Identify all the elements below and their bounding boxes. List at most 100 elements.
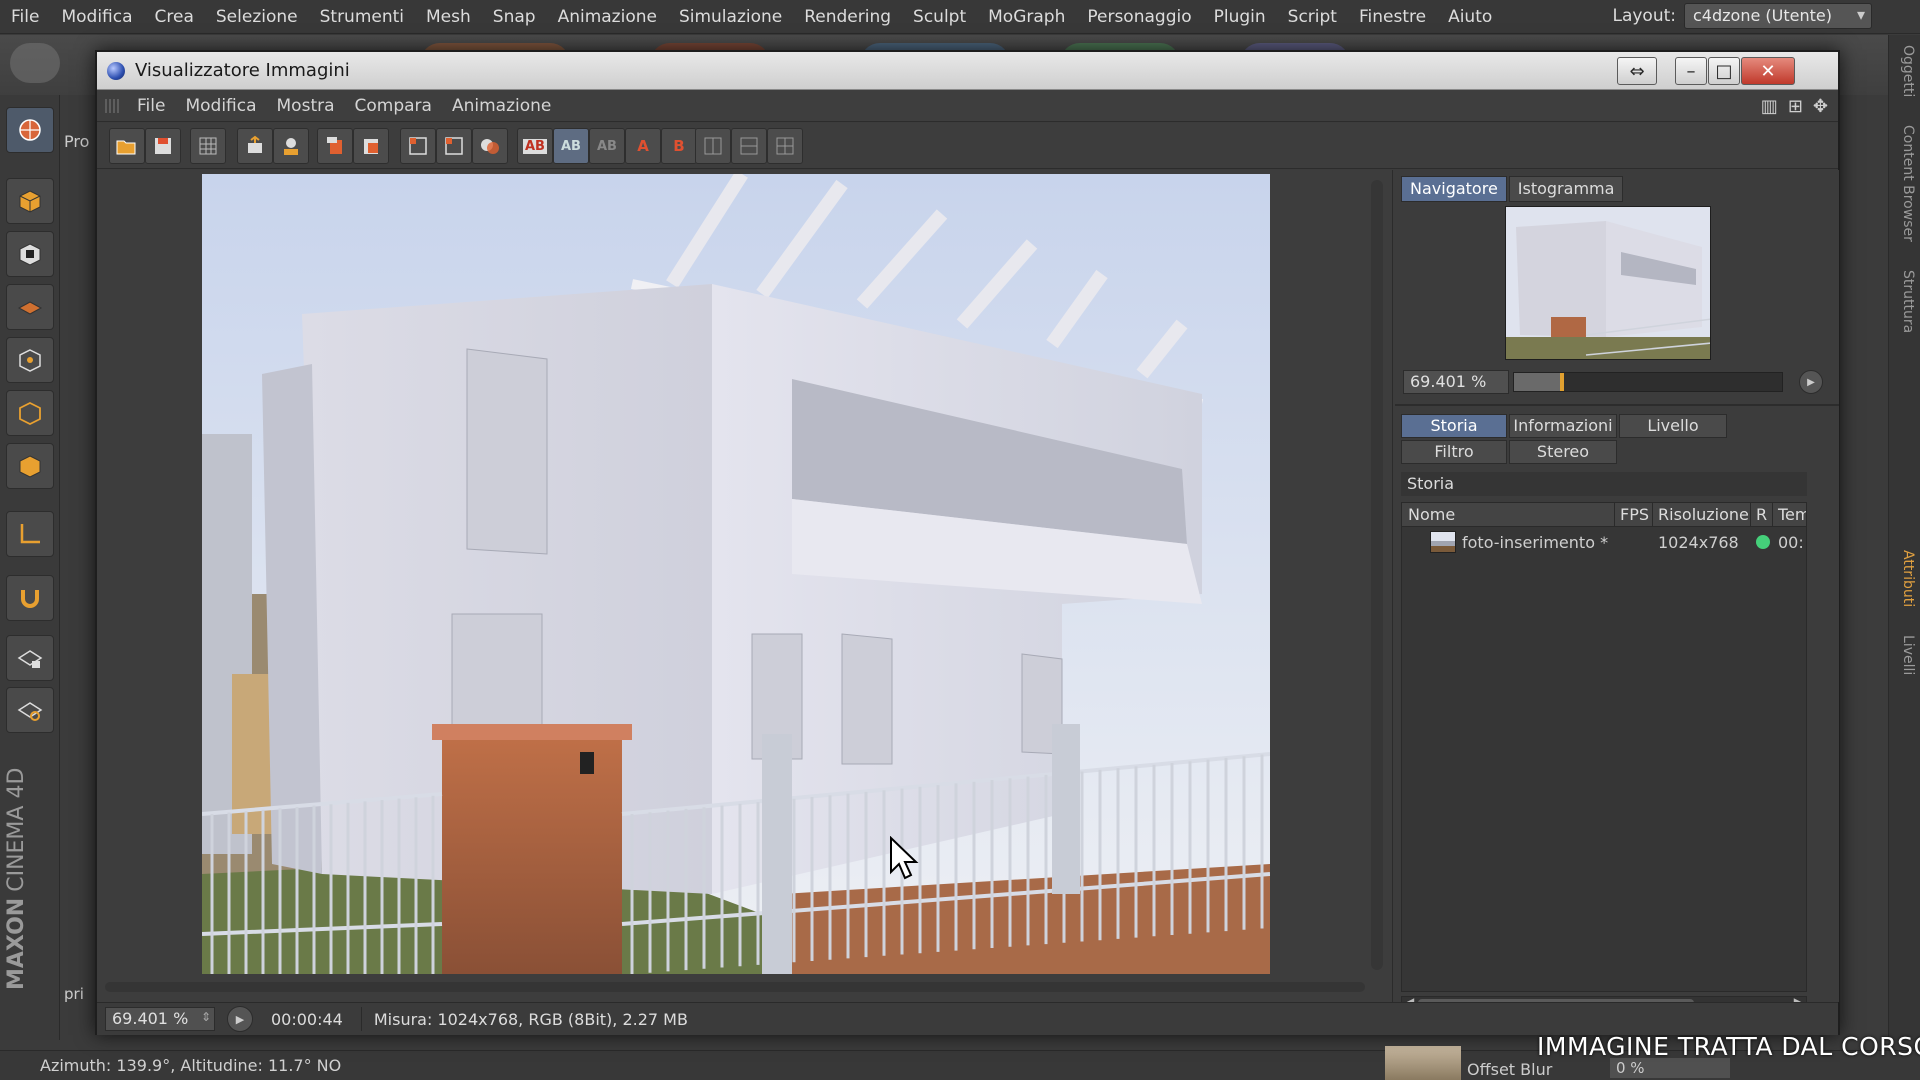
texture-mode-icon[interactable] <box>6 231 54 277</box>
mode-globe-icon[interactable] <box>6 107 54 153</box>
menu-item-animazione[interactable]: Animazione <box>547 7 668 27</box>
material-thumbnail[interactable] <box>1385 1046 1461 1080</box>
column-tempo[interactable]: Tem <box>1778 505 1806 524</box>
section-title-storia: Storia <box>1401 472 1807 496</box>
menu-item-aiuto[interactable]: Aiuto <box>1437 7 1503 27</box>
magnet-icon[interactable] <box>6 575 54 621</box>
layout-c-icon[interactable] <box>767 128 803 164</box>
column-nome[interactable]: Nome <box>1408 505 1455 524</box>
menu-item-strumenti[interactable]: Strumenti <box>309 7 415 27</box>
menu-item-personaggio[interactable]: Personaggio <box>1076 7 1202 27</box>
play-icon[interactable]: ▶ <box>227 1006 253 1032</box>
layout-b-icon[interactable] <box>731 128 767 164</box>
points-mode-icon[interactable] <box>6 337 54 383</box>
tab-filtro[interactable]: Filtro <box>1401 440 1507 464</box>
menu-item-sculpt[interactable]: Sculpt <box>902 7 977 27</box>
left-toolbar: MAXONCINEMA 4D <box>0 95 60 1040</box>
viewer-menu-item-compara[interactable]: Compara <box>345 96 442 116</box>
tab-navigatore[interactable]: Navigatore <box>1401 176 1507 202</box>
menu-item-selezione[interactable]: Selezione <box>205 7 309 27</box>
move-panel-icon[interactable]: ✥ <box>1813 96 1828 117</box>
menu-item-snap[interactable]: Snap <box>482 7 547 27</box>
menu-item-plugin[interactable]: Plugin <box>1203 7 1277 27</box>
brand-logo: MAXONCINEMA 4D <box>4 767 29 990</box>
edges-mode-icon[interactable] <box>6 390 54 436</box>
snap-grid-icon[interactable] <box>6 687 54 733</box>
viewer-menu-item-mostra[interactable]: Mostra <box>267 96 345 116</box>
compare-ab-split-icon[interactable]: AB <box>553 128 589 164</box>
picture-viewer-window: Visualizzatore Immagini ⇔ – □ ✕ File Modi… <box>95 50 1840 1035</box>
expand-icon[interactable]: ⇔ <box>1617 57 1657 85</box>
compare-ab-diff-icon[interactable]: AB <box>589 128 625 164</box>
menu-item-file[interactable]: File <box>0 7 50 27</box>
viewer-side-panel: Navigatore Istogramma 69.401 % ▶ Storia … <box>1395 170 1839 1010</box>
lock-grid-icon[interactable] <box>6 635 54 681</box>
navigator-zoom-slider[interactable] <box>1513 372 1783 392</box>
navigator-thumbnail[interactable] <box>1505 206 1711 360</box>
menu-item-finestre[interactable]: Finestre <box>1348 7 1437 27</box>
menu-item-mograph[interactable]: MoGraph <box>977 7 1076 27</box>
undo-icon[interactable] <box>10 43 60 83</box>
background-panel-label: pri <box>64 985 84 1003</box>
crop-icon[interactable] <box>436 128 472 164</box>
workplane-icon[interactable] <box>6 284 54 330</box>
offset-blur-label: Offset Blur <box>1467 1060 1553 1079</box>
model-mode-icon[interactable] <box>6 178 54 224</box>
menu-item-modifica[interactable]: Modifica <box>50 7 143 27</box>
polygons-mode-icon[interactable] <box>6 443 54 489</box>
navigator-zoom-field[interactable]: 69.401 % <box>1403 370 1509 394</box>
set-b-icon[interactable]: B <box>661 128 697 164</box>
viewer-menu-item-modifica[interactable]: Modifica <box>175 96 266 116</box>
navigator-play-icon[interactable]: ▶ <box>1799 370 1823 394</box>
canvas-horizontal-scrollbar[interactable] <box>105 982 1365 992</box>
grid-icon[interactable] <box>190 128 226 164</box>
fit-view-icon[interactable] <box>237 128 273 164</box>
tab-informazioni[interactable]: Informazioni <box>1509 414 1617 438</box>
image-canvas[interactable] <box>97 170 1393 1002</box>
set-a-icon[interactable]: A <box>625 128 661 164</box>
rendered-image[interactable] <box>202 174 1270 974</box>
panel-toggle-icon[interactable]: ▥ <box>1761 96 1778 117</box>
tab-attributi[interactable]: Attributi <box>1900 550 1916 607</box>
tab-oggetti[interactable]: Oggetti <box>1900 45 1916 97</box>
table-row[interactable]: foto-inserimento * 1024x768 00: <box>1402 529 1806 555</box>
zoom-field[interactable]: 69.401 % <box>105 1007 215 1031</box>
minimize-button[interactable]: – <box>1675 57 1707 85</box>
tab-stereo[interactable]: Stereo <box>1509 440 1617 464</box>
axis-icon[interactable] <box>6 511 54 557</box>
column-r[interactable]: R <box>1756 505 1767 524</box>
menu-item-simulazione[interactable]: Simulazione <box>668 7 793 27</box>
tab-struttura[interactable]: Struttura <box>1900 270 1916 333</box>
offset-blur-field[interactable]: 0 % <box>1610 1058 1730 1078</box>
row-name: foto-inserimento * <box>1462 533 1609 552</box>
layout-a-icon[interactable] <box>695 128 731 164</box>
window-titlebar[interactable]: Visualizzatore Immagini ⇔ – □ ✕ <box>97 52 1838 90</box>
viewer-menu-item-animazione[interactable]: Animazione <box>442 96 561 116</box>
maximize-button[interactable]: □ <box>1708 57 1740 85</box>
menu-item-script[interactable]: Script <box>1277 7 1348 27</box>
viewer-menu-item-file[interactable]: File <box>127 96 175 116</box>
close-button[interactable]: ✕ <box>1741 57 1795 85</box>
column-risoluzione[interactable]: Risoluzione <box>1658 505 1749 524</box>
menu-item-rendering[interactable]: Rendering <box>793 7 902 27</box>
canvas-vertical-scrollbar[interactable] <box>1371 180 1383 970</box>
zoom-slider-handle[interactable] <box>1559 373 1564 391</box>
tab-istogramma[interactable]: Istogramma <box>1508 176 1624 202</box>
save-icon[interactable] <box>145 128 181 164</box>
column-fps[interactable]: FPS <box>1620 505 1649 524</box>
region-render-icon[interactable] <box>400 128 436 164</box>
layout-select[interactable]: c4dzone (Utente) <box>1684 3 1872 29</box>
menu-item-mesh[interactable]: Mesh <box>415 7 482 27</box>
paste-icon[interactable] <box>353 128 389 164</box>
compare-ab-icon[interactable]: AB <box>517 128 553 164</box>
open-file-icon[interactable] <box>109 128 145 164</box>
tab-livello[interactable]: Livello <box>1619 414 1727 438</box>
new-panel-icon[interactable]: ⊞ <box>1788 96 1803 117</box>
tab-livelli[interactable]: Livelli <box>1900 635 1916 675</box>
user-icon[interactable] <box>273 128 309 164</box>
stereo-icon[interactable] <box>472 128 508 164</box>
menu-item-crea[interactable]: Crea <box>144 7 205 27</box>
tab-storia[interactable]: Storia <box>1401 414 1507 438</box>
tab-content-browser[interactable]: Content Browser <box>1900 125 1916 242</box>
copy-icon[interactable] <box>317 128 353 164</box>
